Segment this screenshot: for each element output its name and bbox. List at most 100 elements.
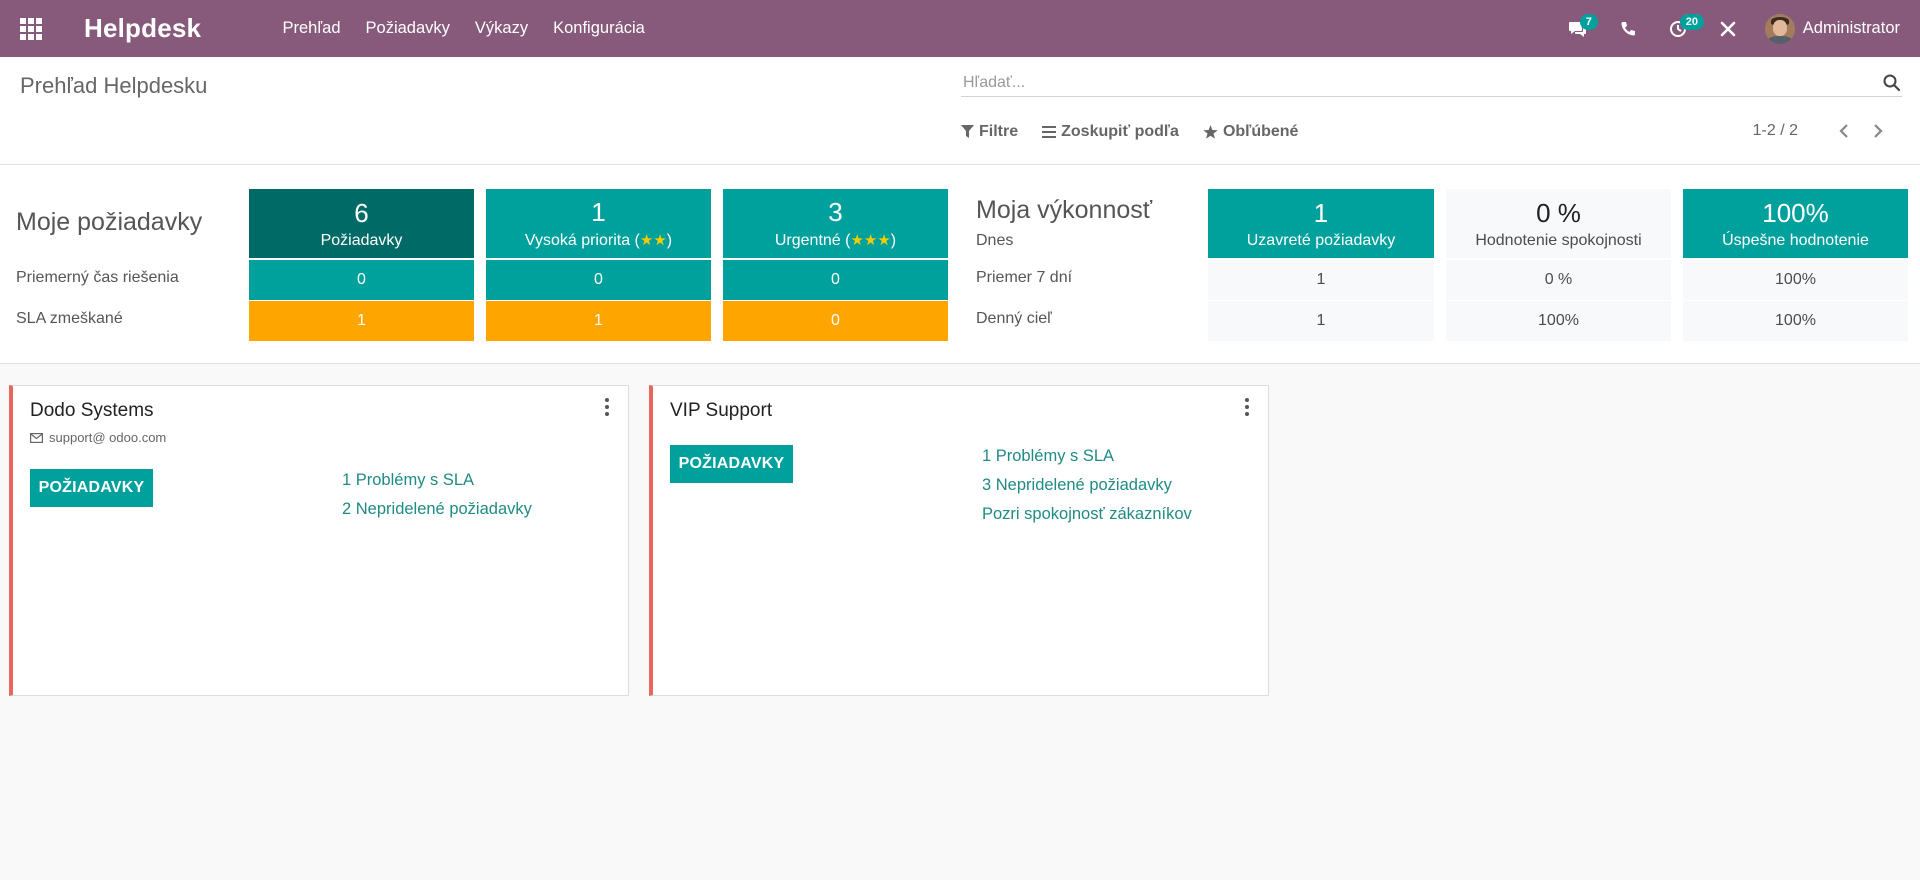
avg-time-all-cell[interactable]: 0 — [249, 260, 474, 300]
chevron-left-icon — [1839, 124, 1848, 138]
messages-count-badge: 7 — [1579, 14, 1598, 30]
avg-7-days-label: Priemer 7 dní — [976, 269, 1073, 286]
closed-tickets-value: 1 — [1313, 197, 1329, 228]
control-panel: Prehľad Helpdesku Filtre Zoskupiť podľa … — [0, 57, 1920, 165]
group-by-button[interactable]: Zoskupiť podľa — [1042, 123, 1179, 141]
pager-previous-button[interactable] — [1836, 121, 1852, 141]
team-email-text: support@ odoo.com — [49, 430, 167, 445]
team-card: Dodo Systems support@ odoo.com POŽIADAVK… — [9, 385, 629, 696]
sla-missed-all-cell[interactable]: 1 — [249, 301, 474, 341]
satisfaction-rating-caption: Hodnotenie spokojnosti — [1475, 231, 1642, 249]
phone-button[interactable] — [1603, 0, 1653, 57]
closed-tickets-cell[interactable]: 1 Uzavreté požiadavky — [1208, 189, 1434, 258]
my-performance-title: Moja výkonnosť — [976, 196, 1153, 224]
pager-value[interactable]: 1-2 / 2 — [1753, 122, 1798, 140]
menu-item-overview[interactable]: Prehľad — [270, 19, 353, 38]
tools-icon — [1720, 21, 1736, 36]
app-brand[interactable]: Helpdesk — [84, 13, 270, 44]
apps-menu-button[interactable] — [0, 0, 62, 57]
today-label: Dnes — [976, 232, 1014, 249]
pager: 1-2 / 2 — [1753, 121, 1886, 141]
search-bar — [961, 71, 1902, 97]
bars-icon — [1042, 126, 1057, 138]
search-options: Filtre Zoskupiť podľa Obľúbené — [961, 123, 1322, 141]
user-name: Administrator — [1802, 19, 1900, 37]
phone-icon — [1621, 21, 1635, 35]
sla-issues-link[interactable]: 1 Problémy s SLA — [982, 442, 1192, 471]
top-navbar: Helpdesk Prehľad Požiadavky Výkazy Konfi… — [0, 0, 1920, 57]
success-rate-cell[interactable]: 100% Úspešne hodnotenie — [1683, 189, 1908, 258]
sla-missed-high-priority-cell[interactable]: 1 — [486, 301, 711, 341]
star-icon — [1203, 125, 1218, 139]
activities-button[interactable]: 20 — [1653, 0, 1705, 57]
success-avg7-cell: 100% — [1683, 260, 1908, 300]
avatar — [1764, 13, 1795, 44]
closed-tickets-caption: Uzavreté požiadavky — [1246, 231, 1396, 249]
three-stars-icon: ★★★ — [850, 232, 891, 249]
avg-time-urgent-cell[interactable]: 0 — [723, 260, 948, 300]
user-menu[interactable]: Administrator — [1753, 0, 1920, 57]
sla-issues-link[interactable]: 1 Problémy s SLA — [342, 466, 532, 495]
helpdesk-dashboard: Moje požiadavky Priemerný čas riešenia S… — [0, 165, 1920, 364]
team-links: 1 Problémy s SLA 3 Nepridelené požiadavk… — [982, 442, 1192, 529]
closed-target-cell[interactable]: 1 — [1208, 301, 1434, 341]
filters-button[interactable]: Filtre — [961, 123, 1018, 141]
messaging-button[interactable]: 7 — [1553, 0, 1603, 57]
activities-count-badge: 20 — [1679, 14, 1705, 30]
group-by-label: Zoskupiť podľa — [1061, 123, 1179, 140]
my-urgent-cell[interactable]: 3 Urgentné (★★★) — [723, 189, 948, 258]
apps-grid-icon — [20, 17, 42, 40]
urgent-caption: Urgentné (★★★) — [774, 232, 897, 249]
team-links: 1 Problémy s SLA 2 Nepridelené požiadavk… — [342, 466, 532, 524]
success-rate-value: 100% — [1762, 197, 1829, 228]
success-target-cell[interactable]: 100% — [1683, 301, 1908, 341]
card-dropdown-button[interactable] — [1244, 398, 1250, 416]
team-name: VIP Support — [670, 400, 773, 421]
debug-tools-button[interactable] — [1703, 0, 1753, 57]
sla-missed-urgent-cell[interactable]: 0 — [723, 301, 948, 341]
favorites-button[interactable]: Obľúbené — [1203, 123, 1299, 141]
unassigned-tickets-link[interactable]: 2 Nepridelené požiadavky — [342, 495, 532, 524]
card-dropdown-button[interactable] — [604, 398, 610, 416]
sla-missed-label: SLA zmeškané — [16, 310, 123, 327]
search-input[interactable] — [961, 71, 1861, 95]
my-tickets-all-cell[interactable]: 6 Požiadavky — [249, 189, 474, 258]
satisfaction-rating-value: 0 % — [1536, 197, 1581, 228]
menu-item-tickets[interactable]: Požiadavky — [353, 19, 462, 38]
avg-time-label: Priemerný čas riešenia — [16, 269, 179, 286]
team-card: VIP Support POŽIADAVKY 1 Problémy s SLA … — [649, 385, 1269, 696]
my-high-priority-cell[interactable]: 1 Vysoká priorita (★★) — [486, 189, 711, 258]
customer-satisfaction-link[interactable]: Pozri spokojnosť zákazníkov — [982, 500, 1192, 529]
urgent-count: 3 — [828, 197, 843, 227]
team-email: support@ odoo.com — [30, 430, 166, 445]
pager-next-button[interactable] — [1870, 121, 1886, 141]
success-rate-caption: Úspešne hodnotenie — [1722, 231, 1869, 249]
menu-item-reporting[interactable]: Výkazy — [462, 19, 540, 38]
two-stars-icon: ★★ — [639, 232, 667, 249]
tickets-button[interactable]: POŽIADAVKY — [30, 469, 153, 507]
tickets-button[interactable]: POŽIADAVKY — [670, 445, 793, 483]
menu-item-configuration[interactable]: Konfigurácia — [541, 19, 658, 38]
filter-icon — [961, 125, 974, 138]
satisfaction-rating-cell: 0 % Hodnotenie spokojnosti — [1446, 189, 1671, 258]
teams-kanban: Dodo Systems support@ odoo.com POŽIADAVK… — [0, 364, 1920, 880]
my-tickets-caption: Požiadavky — [320, 231, 403, 249]
page-title: Prehľad Helpdesku — [20, 73, 208, 98]
daily-target-label: Denný cieľ — [976, 310, 1052, 327]
satisfaction-avg7-cell: 0 % — [1446, 260, 1671, 300]
high-priority-caption: Vysoká priorita (★★) — [524, 232, 673, 249]
favorites-label: Obľúbené — [1222, 123, 1299, 140]
search-icon[interactable] — [1882, 73, 1902, 93]
my-tickets-count: 6 — [354, 197, 369, 228]
high-priority-count: 1 — [591, 197, 606, 227]
main-menu: Prehľad Požiadavky Výkazy Konfigurácia — [270, 19, 657, 38]
envelope-icon — [30, 432, 43, 443]
filters-label: Filtre — [979, 123, 1019, 140]
satisfaction-target-cell[interactable]: 100% — [1446, 301, 1671, 341]
my-tickets-title: Moje požiadavky — [16, 208, 203, 236]
closed-avg7-cell: 1 — [1208, 260, 1434, 300]
unassigned-tickets-link[interactable]: 3 Nepridelené požiadavky — [982, 471, 1192, 500]
avg-time-high-priority-cell[interactable]: 0 — [486, 260, 711, 300]
navbar-systray: 7 20 Administrator — [1553, 0, 1920, 57]
team-name: Dodo Systems — [30, 400, 154, 421]
